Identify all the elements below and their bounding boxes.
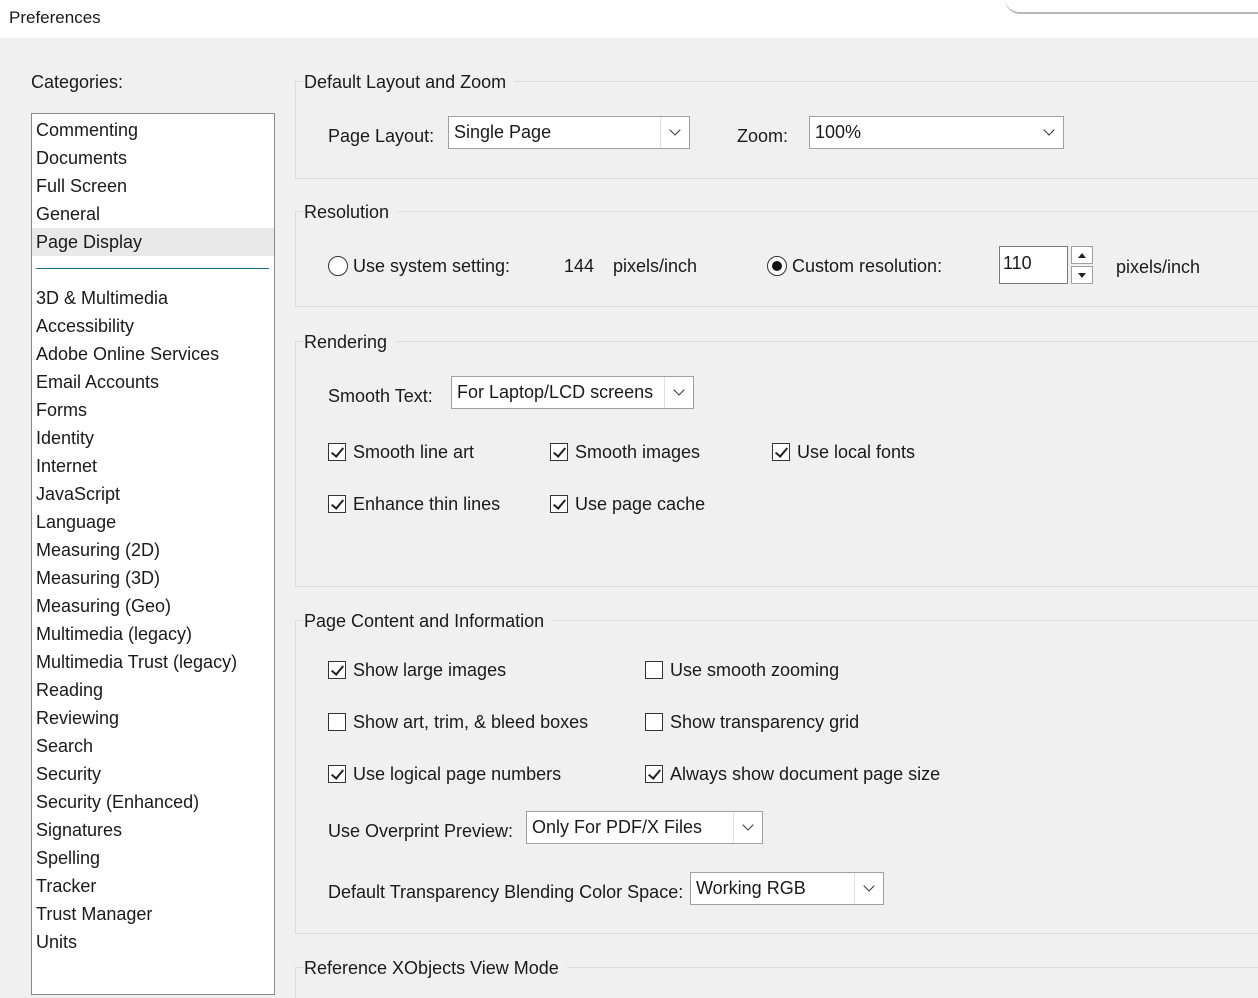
category-item[interactable]: Search [32,732,274,760]
system-resolution-value: 144 [564,256,595,276]
show-art-trim-bleed-label: Show art, trim, & bleed boxes [353,712,589,732]
overprint-preview-value: Only For PDF/X Files [532,817,703,837]
smooth-text-label: Smooth Text: [328,386,433,406]
overprint-preview-label: Use Overprint Preview: [328,821,514,841]
chevron-down-icon[interactable] [660,117,689,148]
show-large-images-checkbox[interactable] [328,661,346,679]
decrement-button[interactable] [1071,266,1093,284]
category-separator [36,268,269,269]
chevron-down-icon[interactable] [854,873,883,904]
use-logical-page-numbers-label: Use logical page numbers [353,764,562,784]
increment-button[interactable] [1071,246,1093,264]
rendering-group [295,341,1258,587]
category-item[interactable]: Adobe Online Services [32,340,274,368]
rendering-title: Rendering [304,332,396,353]
use-page-cache-label: Use page cache [575,494,706,514]
smooth-line-art-label: Smooth line art [353,442,475,462]
category-item-documents[interactable]: Documents [32,144,274,172]
layout-zoom-title: Default Layout and Zoom [304,72,515,93]
category-item[interactable]: Tracker [32,872,274,900]
smooth-text-dropdown[interactable]: For Laptop/LCD screens [451,376,694,409]
system-setting-radio[interactable] [328,256,348,276]
arrow-down-icon [1078,272,1086,278]
categories-label: Categories: [31,72,124,92]
category-item[interactable]: Internet [32,452,274,480]
category-item-page-display[interactable]: Page Display [32,228,274,256]
category-item-commenting[interactable]: Commenting [32,116,274,144]
enhance-thin-lines-label: Enhance thin lines [353,494,501,514]
custom-resolution-radio[interactable] [767,256,787,276]
use-local-fonts-label: Use local fonts [797,442,916,462]
category-item[interactable]: Signatures [32,816,274,844]
use-smooth-zooming-checkbox[interactable] [645,661,663,679]
category-item-general[interactable]: General [32,200,274,228]
blending-color-space-value: Working RGB [696,878,806,898]
category-item[interactable]: Trust Manager [32,900,274,928]
category-item[interactable]: Measuring (Geo) [32,592,274,620]
category-item[interactable]: Security (Enhanced) [32,788,274,816]
overprint-preview-dropdown[interactable]: Only For PDF/X Files [526,811,763,844]
categories-list[interactable]: Commenting Documents Full Screen General… [31,113,275,995]
category-item[interactable]: Multimedia (legacy) [32,620,274,648]
category-item[interactable]: Language [32,508,274,536]
category-item[interactable]: Email Accounts [32,368,274,396]
custom-resolution-label: Custom resolution: [792,256,943,276]
custom-resolution-input[interactable]: 110 [999,246,1068,284]
chevron-down-icon[interactable] [1035,117,1063,148]
always-show-page-size-label: Always show document page size [670,764,941,784]
use-page-cache-checkbox[interactable] [550,495,568,513]
category-item[interactable]: Spelling [32,844,274,872]
always-show-page-size-checkbox[interactable] [645,765,663,783]
custom-resolution-value: 110 [1003,253,1032,273]
use-local-fonts-checkbox[interactable] [772,443,790,461]
smooth-images-checkbox[interactable] [550,443,568,461]
chevron-down-icon[interactable] [733,812,762,843]
category-item[interactable]: Measuring (3D) [32,564,274,592]
custom-resolution-unit: pixels/inch [1116,257,1201,277]
category-item[interactable]: Units [32,928,274,956]
chevron-down-icon[interactable] [664,377,693,408]
category-item[interactable]: Reading [32,676,274,704]
zoom-label: Zoom: [737,126,789,146]
system-resolution-unit: pixels/inch [613,256,698,276]
xobjects-title: Reference XObjects View Mode [304,958,567,979]
window-corner-decoration [1005,0,1258,14]
category-item[interactable]: Reviewing [32,704,274,732]
category-item[interactable]: Accessibility [32,312,274,340]
arrow-up-icon [1078,252,1086,258]
show-transparency-grid-label: Show transparency grid [670,712,860,732]
category-item[interactable]: Measuring (2D) [32,536,274,564]
show-art-trim-bleed-checkbox[interactable] [328,713,346,731]
category-item[interactable]: JavaScript [32,480,274,508]
category-item[interactable]: Multimedia Trust (legacy) [32,648,274,676]
zoom-value: 100% [815,122,862,142]
page-layout-value: Single Page [454,122,552,142]
use-smooth-zooming-label: Use smooth zooming [670,660,840,680]
window-title: Preferences [9,8,101,27]
category-item[interactable]: Security [32,760,274,788]
page-content-title: Page Content and Information [304,611,553,632]
category-item[interactable]: Identity [32,424,274,452]
show-transparency-grid-checkbox[interactable] [645,713,663,731]
smooth-line-art-checkbox[interactable] [328,443,346,461]
show-large-images-label: Show large images [353,660,507,680]
use-logical-page-numbers-checkbox[interactable] [328,765,346,783]
system-setting-label: Use system setting: [353,256,511,276]
page-layout-label: Page Layout: [328,126,435,146]
resolution-title: Resolution [304,202,398,223]
category-item[interactable]: 3D & Multimedia [32,284,274,312]
blending-color-space-label: Default Transparency Blending Color Spac… [328,882,684,902]
zoom-dropdown[interactable]: 100% [809,116,1064,149]
blending-color-space-dropdown[interactable]: Working RGB [690,872,884,905]
category-item[interactable]: Forms [32,396,274,424]
enhance-thin-lines-checkbox[interactable] [328,495,346,513]
smooth-images-label: Smooth images [575,442,701,462]
category-item-full-screen[interactable]: Full Screen [32,172,274,200]
page-layout-dropdown[interactable]: Single Page [448,116,690,149]
smooth-text-value: For Laptop/LCD screens [457,382,654,402]
